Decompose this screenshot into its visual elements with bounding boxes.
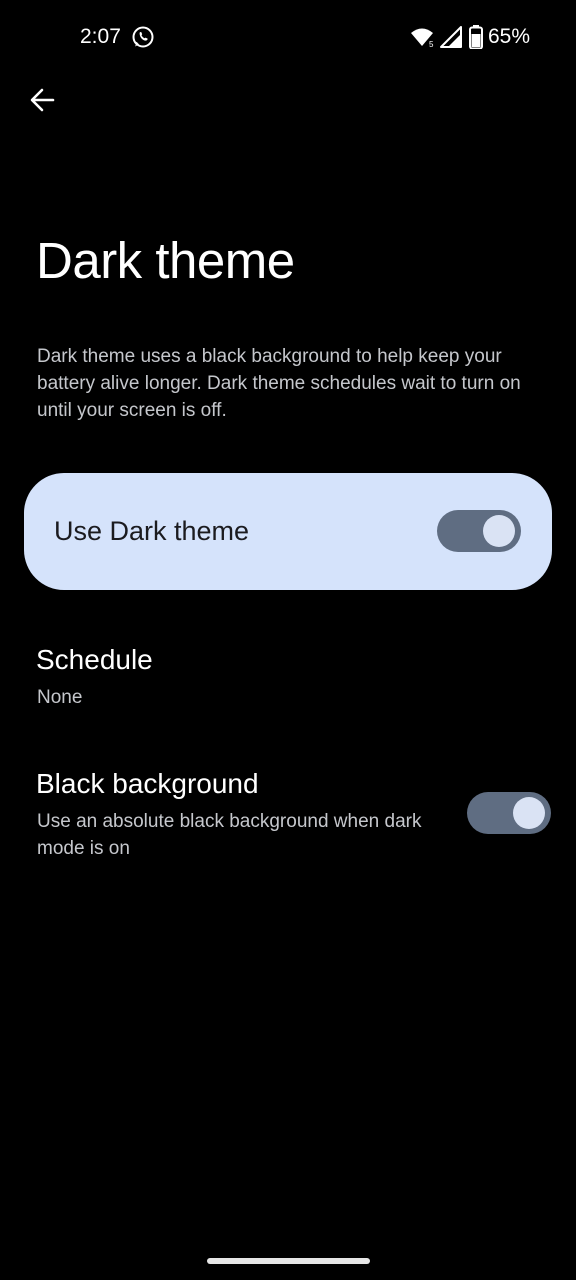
schedule-value: None <box>37 687 83 708</box>
wifi-icon: 5 <box>411 28 434 48</box>
back-button[interactable] <box>20 78 64 122</box>
svg-text:5: 5 <box>429 40 434 48</box>
battery-icon <box>469 25 483 49</box>
status-bar: 2:07 5 65% <box>0 0 576 74</box>
schedule-setting[interactable]: Schedule None <box>0 624 576 724</box>
arrow-back-icon <box>30 88 55 112</box>
schedule-title: Schedule <box>36 644 153 675</box>
description-text: Dark theme uses a black background to he… <box>37 346 521 421</box>
black-background-title: Black background <box>36 768 259 799</box>
black-background-summary: Use an absolute black background when da… <box>37 811 422 859</box>
home-indicator[interactable] <box>207 1258 370 1264</box>
use-dark-theme-card[interactable]: Use Dark theme <box>24 473 552 590</box>
whatsapp-icon <box>132 26 154 48</box>
signal-icon <box>440 26 462 48</box>
switch-thumb <box>483 515 515 547</box>
use-dark-theme-switch[interactable] <box>437 510 521 552</box>
switch-thumb <box>513 797 545 829</box>
battery-percent: 65% <box>488 25 531 48</box>
status-time: 2:07 <box>80 25 121 48</box>
black-background-setting[interactable]: Black background Use an absolute black b… <box>0 748 576 878</box>
use-dark-theme-label: Use Dark theme <box>54 516 250 546</box>
page-title: Dark theme <box>36 232 295 289</box>
black-background-switch[interactable] <box>467 792 551 834</box>
